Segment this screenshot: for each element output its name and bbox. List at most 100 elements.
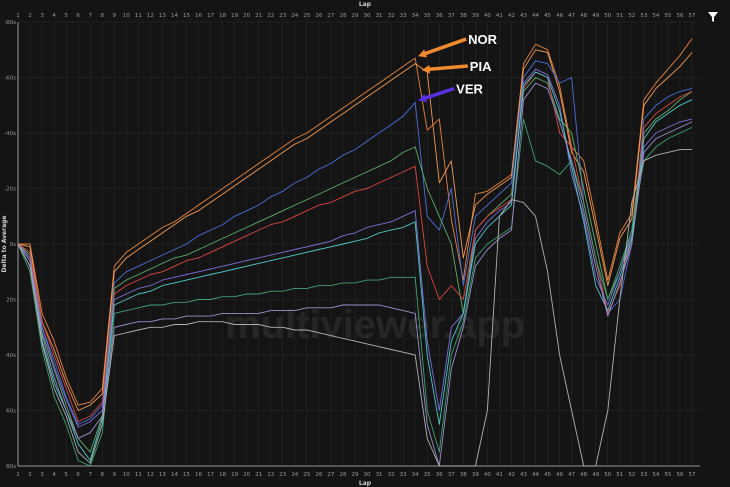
- y-axis-title: Delta to Average: [1, 216, 8, 273]
- x-tick-label-top: 21: [255, 13, 262, 19]
- x-tick-label-bottom: 24: [291, 472, 298, 478]
- x-tick-label-top: 54: [652, 13, 659, 19]
- annotation-label-ver: VER: [456, 81, 483, 96]
- x-tick-label-top: 35: [424, 13, 431, 19]
- x-tick-label-top: 1: [16, 13, 20, 19]
- x-tick-label-bottom: 44: [532, 472, 539, 478]
- x-tick-label-bottom: 34: [412, 472, 419, 478]
- x-tick-label-top: 31: [376, 13, 383, 19]
- x-tick-label-bottom: 42: [508, 472, 515, 478]
- y-tick-label: -60s: [4, 76, 16, 82]
- x-tick-label-bottom: 37: [448, 472, 455, 478]
- x-tick-label-bottom: 53: [640, 472, 647, 478]
- watermark: multiviewer.app: [225, 303, 525, 347]
- y-tick-label: 0s: [10, 242, 16, 248]
- x-tick-label-top: 39: [472, 13, 479, 19]
- x-tick-label-bottom: 10: [123, 472, 130, 478]
- x-tick-label-bottom: 21: [255, 472, 262, 478]
- x-tick-label-top: 7: [88, 13, 92, 19]
- x-tick-label-bottom: 31: [376, 472, 383, 478]
- x-tick-label-bottom: 57: [689, 472, 696, 478]
- x-tick-label-bottom: 4: [52, 472, 56, 478]
- x-tick-label-top: 22: [267, 13, 274, 19]
- x-tick-label-top: 29: [352, 13, 359, 19]
- x-tick-label-top: 18: [219, 13, 226, 19]
- x-tick-label-top: 55: [664, 13, 671, 19]
- x-tick-label-bottom: 32: [388, 472, 395, 478]
- x-tick-label-top: 34: [412, 13, 419, 19]
- x-tick-label-top: 6: [76, 13, 80, 19]
- x-tick-label-top: 4: [52, 13, 56, 19]
- x-tick-label-top: 2: [28, 13, 32, 19]
- x-tick-label-bottom: 33: [400, 472, 407, 478]
- x-tick-label-top: 37: [448, 13, 455, 19]
- x-tick-label-bottom: 51: [616, 472, 623, 478]
- x-tick-label-bottom: 48: [580, 472, 587, 478]
- x-tick-label-bottom: 5: [64, 472, 68, 478]
- x-tick-label-bottom: 28: [339, 472, 346, 478]
- x-tick-label-bottom: 9: [113, 472, 117, 478]
- x-tick-label-top: 3: [40, 13, 44, 19]
- x-tick-label-top: 10: [123, 13, 130, 19]
- x-tick-label-top: 8: [101, 13, 105, 19]
- annotation-label-nor: NOR: [468, 32, 498, 47]
- x-tick-label-top: 13: [159, 13, 166, 19]
- x-tick-label-bottom: 27: [327, 472, 334, 478]
- x-tick-label-bottom: 7: [88, 472, 92, 478]
- x-tick-label-top: 46: [556, 13, 563, 19]
- x-tick-label-top: 23: [279, 13, 286, 19]
- x-tick-label-bottom: 23: [279, 472, 286, 478]
- x-tick-label-bottom: 56: [676, 472, 683, 478]
- x-tick-label-top: 32: [388, 13, 395, 19]
- x-tick-label-top: 11: [135, 13, 142, 19]
- y-tick-label: -20s: [4, 187, 16, 193]
- x-tick-label-top: 36: [436, 13, 443, 19]
- x-tick-label-bottom: 16: [195, 472, 202, 478]
- x-tick-label-top: 57: [689, 13, 696, 19]
- top-x-axis-title: Lap: [359, 1, 372, 8]
- x-tick-label-bottom: 14: [171, 472, 178, 478]
- x-tick-label-bottom: 40: [484, 472, 491, 478]
- x-tick-label-bottom: 8: [101, 472, 105, 478]
- x-tick-label-top: 28: [339, 13, 346, 19]
- x-tick-label-bottom: 55: [664, 472, 671, 478]
- chart-background: [0, 0, 730, 487]
- y-tick-label: -80s: [4, 20, 16, 26]
- x-tick-label-bottom: 29: [352, 472, 359, 478]
- x-tick-label-top: 52: [628, 13, 635, 19]
- x-tick-label-top: 50: [604, 13, 611, 19]
- x-tick-label-top: 27: [327, 13, 334, 19]
- x-tick-label-bottom: 22: [267, 472, 274, 478]
- y-tick-label: 40s: [6, 353, 16, 359]
- x-tick-label-top: 26: [315, 13, 322, 19]
- x-tick-label-top: 33: [400, 13, 407, 19]
- x-tick-label-top: 9: [113, 13, 117, 19]
- x-tick-label-bottom: 47: [568, 472, 575, 478]
- x-tick-label-top: 44: [532, 13, 539, 19]
- x-tick-label-bottom: 41: [496, 472, 503, 478]
- x-tick-label-top: 56: [676, 13, 683, 19]
- x-tick-label-top: 38: [460, 13, 467, 19]
- x-tick-label-bottom: 17: [207, 472, 214, 478]
- x-tick-label-top: 17: [207, 13, 214, 19]
- x-tick-label-top: 16: [195, 13, 202, 19]
- x-tick-label-bottom: 25: [303, 472, 310, 478]
- x-tick-label-top: 12: [147, 13, 154, 19]
- x-tick-label-bottom: 6: [76, 472, 80, 478]
- x-tick-label-bottom: 3: [40, 472, 44, 478]
- x-tick-label-top: 49: [592, 13, 599, 19]
- x-tick-label-bottom: 54: [652, 472, 659, 478]
- x-tick-label-bottom: 2: [28, 472, 32, 478]
- x-tick-label-top: 15: [183, 13, 190, 19]
- x-tick-label-bottom: 13: [159, 472, 166, 478]
- x-tick-label-top: 41: [496, 13, 503, 19]
- x-tick-label-bottom: 46: [556, 472, 563, 478]
- x-tick-label-bottom: 38: [460, 472, 467, 478]
- x-tick-label-bottom: 11: [135, 472, 142, 478]
- delta-to-average-chart: multiviewer.app 112233445566778899101011…: [0, 0, 730, 487]
- x-tick-label-bottom: 50: [604, 472, 611, 478]
- x-tick-label-bottom: 45: [544, 472, 551, 478]
- x-tick-label-top: 45: [544, 13, 551, 19]
- x-tick-label-top: 14: [171, 13, 178, 19]
- y-tick-label: 60s: [6, 409, 16, 415]
